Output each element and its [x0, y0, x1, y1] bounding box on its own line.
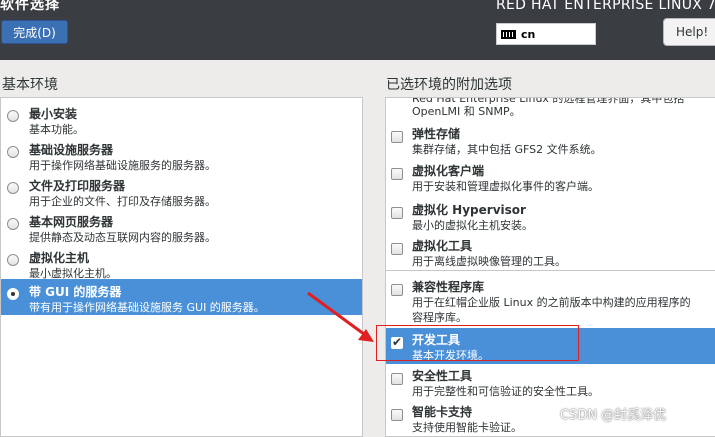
- env-item-minimal[interactable]: 最小安装 基本功能。: [1, 101, 362, 137]
- keyboard-layout-indicator[interactable]: cn: [496, 23, 596, 45]
- env-item-title: 文件及打印服务器: [29, 179, 126, 193]
- help-button[interactable]: Help!: [663, 18, 715, 46]
- addon-title: 兼容性程序库: [412, 280, 485, 294]
- addon-desc: 用于安装和管理虚拟化事件的客户端。: [412, 180, 599, 193]
- addon-desc: 基本开发环境。: [412, 349, 489, 362]
- addons-list[interactable]: Red Hat Enterprise Linux 的远程管理界面，其中包括 Op…: [385, 97, 715, 437]
- checkbox[interactable]: [391, 243, 403, 255]
- keyboard-icon: [501, 29, 516, 39]
- addon-title: 虚拟化 Hypervisor: [412, 203, 526, 217]
- product-name: RED HAT ENTERPRISE LINUX 7.2: [496, 0, 715, 13]
- addon-desc: 用于在红帽企业版 Linux 的之前版本中构建的应用程序的 容程序库。: [412, 295, 691, 325]
- addon-title: 虚拟化客户端: [412, 164, 485, 178]
- checkbox[interactable]: [391, 373, 403, 385]
- env-item-desc: 用于操作网络基础设施服务的服务器。: [29, 159, 216, 172]
- checkbox[interactable]: [391, 284, 403, 296]
- addon-desc: 用于完整性和可信验证的安全性工具。: [412, 385, 599, 398]
- base-environment-title: 基本环境: [2, 77, 58, 93]
- env-item-infrastructure-server[interactable]: 基础设施服务器 用于操作网络基础设施服务的服务器。: [1, 137, 362, 173]
- addon-compatibility-libraries[interactable]: 兼容性程序库 用于在红帽企业版 Linux 的之前版本中构建的应用程序的 容程序库…: [386, 275, 715, 327]
- checkbox[interactable]: [391, 207, 403, 219]
- radio-button[interactable]: [7, 146, 19, 158]
- env-item-desc: 基本功能。: [29, 123, 84, 136]
- env-item-server-with-gui[interactable]: 带 GUI 的服务器 带有用于操作网络基础设施服务 GUI 的服务器。: [1, 279, 362, 315]
- addon-title: 虚拟化工具: [412, 239, 473, 253]
- radio-button[interactable]: [7, 110, 19, 122]
- env-item-file-print-server[interactable]: 文件及打印服务器 用于企业的文件、打印及存储服务器。: [1, 173, 362, 209]
- env-item-title: 基础设施服务器: [29, 143, 114, 157]
- checkbox[interactable]: [391, 409, 403, 421]
- addons-title: 已选环境的附加选项: [386, 77, 512, 93]
- keyboard-layout-label: cn: [521, 27, 536, 41]
- env-item-desc: 用于企业的文件、打印及存储服务器。: [29, 195, 216, 208]
- addon-desc-line: 容程序库。: [412, 311, 467, 324]
- addon-security-tools[interactable]: 安全性工具 用于完整性和可信验证的安全性工具。: [386, 364, 715, 400]
- radio-button[interactable]: [7, 182, 19, 194]
- base-environment-list[interactable]: 最小安装 基本功能。 基础设施服务器 用于操作网络基础设施服务的服务器。 文件及…: [0, 97, 363, 437]
- env-item-web-server[interactable]: 基本网页服务器 提供静态及动态互联网内容的服务器。: [1, 209, 362, 245]
- addon-desc: 支持使用智能卡验证。: [412, 421, 522, 434]
- addon-development-tools[interactable]: 开发工具 基本开发环境。: [386, 328, 715, 364]
- done-button[interactable]: 完成(D): [1, 20, 68, 44]
- addon-virtualization-tools[interactable]: 虚拟化工具 用于离线虚拟映像管理的工具。: [386, 234, 715, 270]
- radio-button[interactable]: [7, 254, 19, 266]
- env-item-title: 虚拟化主机: [29, 251, 90, 265]
- checkbox[interactable]: [391, 131, 403, 143]
- page-title: 软件选择: [0, 0, 60, 13]
- checkbox[interactable]: [391, 168, 403, 180]
- addon-desc: 最小的虚拟化主机安装。: [412, 219, 533, 232]
- addon-title: 弹性存储: [412, 127, 461, 141]
- env-item-title: 基本网页服务器: [29, 215, 114, 229]
- env-item-desc: 提供静态及动态互联网内容的服务器。: [29, 231, 216, 244]
- addon-desc: 用于离线虚拟映像管理的工具。: [412, 255, 566, 268]
- addon-desc-continued: OpenLMI 和 SNMP。: [412, 105, 521, 118]
- header-bar: 软件选择 完成(D) RED HAT ENTERPRISE LINUX 7.2 …: [0, 0, 715, 60]
- addon-title: 智能卡支持: [412, 405, 473, 419]
- addon-title: 开发工具: [412, 333, 461, 347]
- addon-desc-line: 用于在红帽企业版 Linux 的之前版本中构建的应用程序的: [412, 296, 691, 309]
- radio-button-selected[interactable]: [7, 288, 19, 300]
- env-item-desc: 带有用于操作网络基础设施服务 GUI 的服务器。: [29, 301, 265, 314]
- addon-resilient-storage[interactable]: 弹性存储 集群存储，其中包括 GFS2 文件系统。: [386, 122, 715, 158]
- env-item-title: 带 GUI 的服务器: [29, 285, 122, 299]
- addon-virtualization-hypervisor[interactable]: 虚拟化 Hypervisor 最小的虚拟化主机安装。: [386, 198, 715, 234]
- addon-virtualization-client[interactable]: 虚拟化客户端 用于安装和管理虚拟化事件的客户端。: [386, 159, 715, 195]
- checkbox-checked[interactable]: [391, 335, 403, 349]
- addon-desc: 集群存储，其中包括 GFS2 文件系统。: [412, 143, 602, 156]
- addon-title: 安全性工具: [412, 369, 473, 383]
- env-item-virtualization-host[interactable]: 虚拟化主机 最小虚拟化主机。: [1, 245, 362, 281]
- radio-button[interactable]: [7, 218, 19, 230]
- watermark: CSDN @封奚泽优: [560, 408, 667, 423]
- env-item-title: 最小安装: [29, 107, 78, 121]
- separator: [386, 270, 715, 271]
